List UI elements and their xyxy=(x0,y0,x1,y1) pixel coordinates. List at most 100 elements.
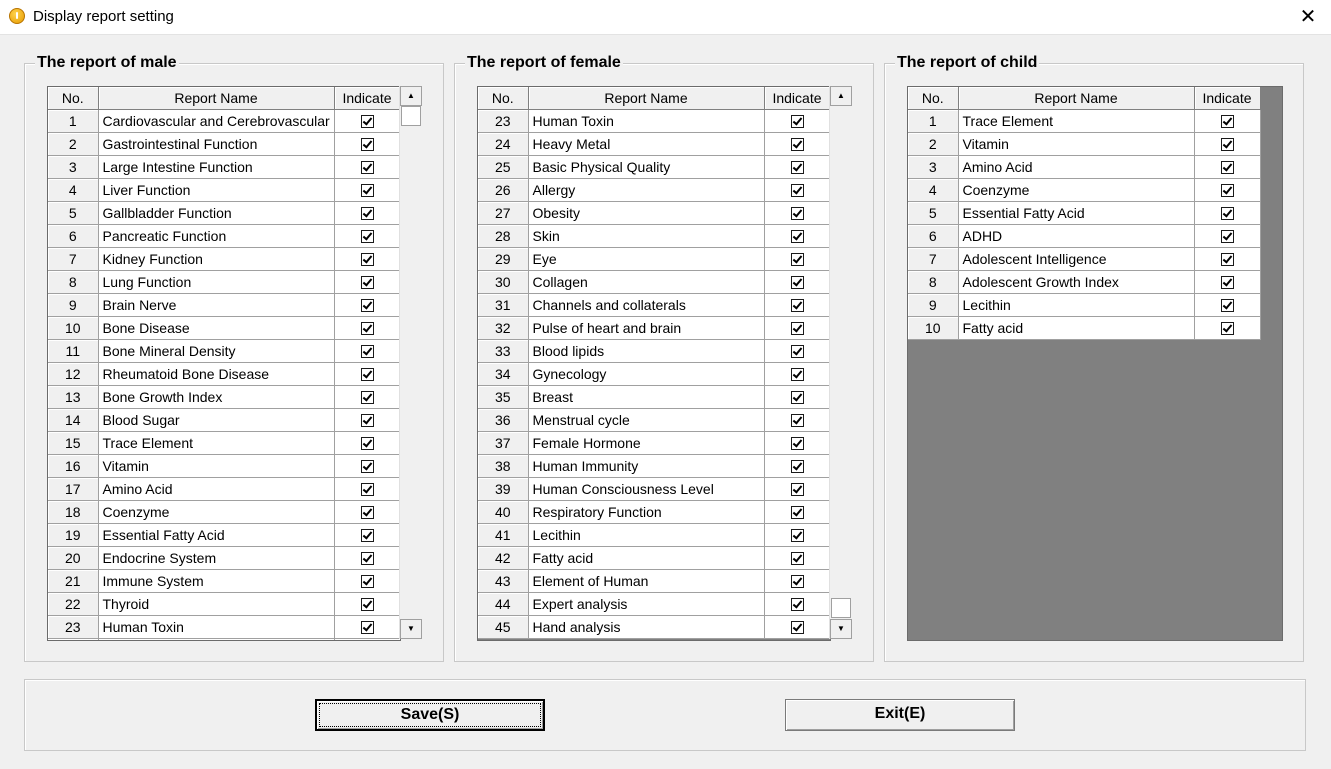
report-name-cell[interactable]: Immune System xyxy=(98,569,335,593)
report-name-cell[interactable]: Human Toxin xyxy=(98,615,335,639)
table-row[interactable]: 9 Lecithin xyxy=(908,293,1261,317)
report-name-cell[interactable]: Pulse of heart and brain xyxy=(528,316,765,340)
report-name-cell[interactable]: Skin xyxy=(528,224,765,248)
table-row[interactable]: 14 Blood Sugar xyxy=(48,408,400,432)
table-row[interactable]: 31 Channels and collaterals xyxy=(478,293,830,317)
indicate-checkbox[interactable] xyxy=(790,344,804,358)
report-name-cell[interactable]: Allergy xyxy=(528,178,765,202)
indicate-checkbox[interactable] xyxy=(790,252,804,266)
scroll-thumb[interactable] xyxy=(401,106,421,126)
indicate-checkbox[interactable] xyxy=(360,597,374,611)
indicate-checkbox[interactable] xyxy=(360,137,374,151)
report-name-cell[interactable]: Amino Acid xyxy=(98,477,335,501)
report-name-cell[interactable]: Human Immunity xyxy=(528,454,765,478)
table-row[interactable]: 29 Eye xyxy=(478,247,830,271)
report-name-cell[interactable]: Bone Mineral Density xyxy=(98,339,335,363)
indicate-checkbox[interactable] xyxy=(790,275,804,289)
table-row[interactable]: 10 Bone Disease xyxy=(48,316,400,340)
scroll-up-button[interactable]: ▲ xyxy=(400,86,422,106)
report-name-cell[interactable]: Basic Physical Quality xyxy=(528,155,765,179)
table-row[interactable]: 34 Gynecology xyxy=(478,362,830,386)
table-row[interactable]: 4 Liver Function xyxy=(48,178,400,202)
table-row[interactable]: 30 Collagen xyxy=(478,270,830,294)
report-name-cell[interactable]: Fatty acid xyxy=(958,316,1195,340)
col-header-no[interactable]: No. xyxy=(48,87,99,110)
indicate-checkbox[interactable] xyxy=(790,114,804,128)
report-name-cell[interactable]: Fatty acid xyxy=(528,546,765,570)
report-name-cell[interactable]: Human Toxin xyxy=(528,109,765,133)
report-name-cell[interactable]: Large Intestine Function xyxy=(98,155,335,179)
table-row[interactable]: 25 Basic Physical Quality xyxy=(478,155,830,179)
table-row[interactable]: 26 Allergy xyxy=(478,178,830,202)
table-row[interactable]: 12 Rheumatoid Bone Disease xyxy=(48,362,400,386)
table-row[interactable]: 9 Brain Nerve xyxy=(48,293,400,317)
indicate-checkbox[interactable] xyxy=(790,183,804,197)
table-row[interactable]: 1 Cardiovascular and Cerebrovascular xyxy=(48,109,400,133)
col-header-report-name[interactable]: Report Name xyxy=(958,87,1195,110)
report-name-cell[interactable]: Cardiovascular and Cerebrovascular xyxy=(98,109,335,133)
table-row[interactable]: 3 Amino Acid xyxy=(908,155,1261,179)
indicate-checkbox[interactable] xyxy=(790,597,804,611)
table-row[interactable]: 11 Bone Mineral Density xyxy=(48,339,400,363)
report-name-cell[interactable]: Channels and collaterals xyxy=(528,293,765,317)
col-header-report-name[interactable]: Report Name xyxy=(528,87,765,110)
col-header-indicate[interactable]: Indicate xyxy=(764,87,830,110)
indicate-checkbox[interactable] xyxy=(360,252,374,266)
indicate-checkbox[interactable] xyxy=(1220,160,1234,174)
table-row[interactable]: 44 Expert analysis xyxy=(478,592,830,616)
table-row[interactable]: 22 Thyroid xyxy=(48,592,400,616)
report-name-cell[interactable]: Female Hormone xyxy=(528,431,765,455)
indicate-checkbox[interactable] xyxy=(360,344,374,358)
indicate-checkbox[interactable] xyxy=(360,367,374,381)
report-name-cell[interactable]: Lecithin xyxy=(958,293,1195,317)
indicate-checkbox[interactable] xyxy=(360,298,374,312)
indicate-checkbox[interactable] xyxy=(790,551,804,565)
indicate-checkbox[interactable] xyxy=(790,298,804,312)
report-name-cell[interactable]: Heavy Metal xyxy=(98,638,335,640)
indicate-checkbox[interactable] xyxy=(1220,114,1234,128)
report-name-cell[interactable]: Element of Human xyxy=(528,569,765,593)
indicate-checkbox[interactable] xyxy=(790,505,804,519)
table-row[interactable]: 5 Gallbladder Function xyxy=(48,201,400,225)
table-row[interactable]: 15 Trace Element xyxy=(48,431,400,455)
report-name-cell[interactable]: Adolescent Growth Index xyxy=(958,270,1195,294)
indicate-checkbox[interactable] xyxy=(360,574,374,588)
table-row[interactable]: 40 Respiratory Function xyxy=(478,500,830,524)
table-row[interactable]: 2 Vitamin xyxy=(908,132,1261,156)
table-row[interactable]: 39 Human Consciousness Level xyxy=(478,477,830,501)
col-header-indicate[interactable]: Indicate xyxy=(334,87,400,110)
table-row[interactable]: 27 Obesity xyxy=(478,201,830,225)
indicate-checkbox[interactable] xyxy=(360,390,374,404)
table-row[interactable]: 7 Adolescent Intelligence xyxy=(908,247,1261,271)
indicate-checkbox[interactable] xyxy=(790,390,804,404)
scroll-down-button[interactable]: ▼ xyxy=(830,619,852,639)
indicate-checkbox[interactable] xyxy=(790,413,804,427)
table-row[interactable]: 37 Female Hormone xyxy=(478,431,830,455)
report-name-cell[interactable]: Gynecology xyxy=(528,362,765,386)
report-name-cell[interactable]: Thyroid xyxy=(98,592,335,616)
indicate-checkbox[interactable] xyxy=(360,528,374,542)
indicate-checkbox[interactable] xyxy=(360,505,374,519)
report-name-cell[interactable]: Bone Growth Index xyxy=(98,385,335,409)
table-row[interactable]: 3 Large Intestine Function xyxy=(48,155,400,179)
close-button[interactable]: ✕ xyxy=(1285,0,1331,34)
table-row[interactable]: 35 Breast xyxy=(478,385,830,409)
indicate-checkbox[interactable] xyxy=(1220,229,1234,243)
table-row[interactable]: 24Heavy Metal xyxy=(478,132,830,156)
report-name-cell[interactable]: Gallbladder Function xyxy=(98,201,335,225)
indicate-checkbox[interactable] xyxy=(360,459,374,473)
col-header-no[interactable]: No. xyxy=(478,87,529,110)
table-row[interactable]: 28 Skin xyxy=(478,224,830,248)
report-name-cell[interactable]: Expert analysis xyxy=(528,592,765,616)
report-name-cell[interactable]: Adolescent Intelligence xyxy=(958,247,1195,271)
table-row[interactable]: 45 Hand analysis xyxy=(478,615,830,639)
exit-button[interactable]: Exit(E) xyxy=(785,699,1015,731)
report-name-cell[interactable]: Vitamin xyxy=(98,454,335,478)
report-name-cell[interactable]: Trace Element xyxy=(98,431,335,455)
table-row[interactable]: 24Heavy Metal xyxy=(48,638,400,640)
report-name-cell[interactable]: Essential Fatty Acid xyxy=(958,201,1195,225)
table-row[interactable]: 36 Menstrual cycle xyxy=(478,408,830,432)
report-name-cell[interactable]: Endocrine System xyxy=(98,546,335,570)
indicate-checkbox[interactable] xyxy=(790,321,804,335)
indicate-checkbox[interactable] xyxy=(360,114,374,128)
